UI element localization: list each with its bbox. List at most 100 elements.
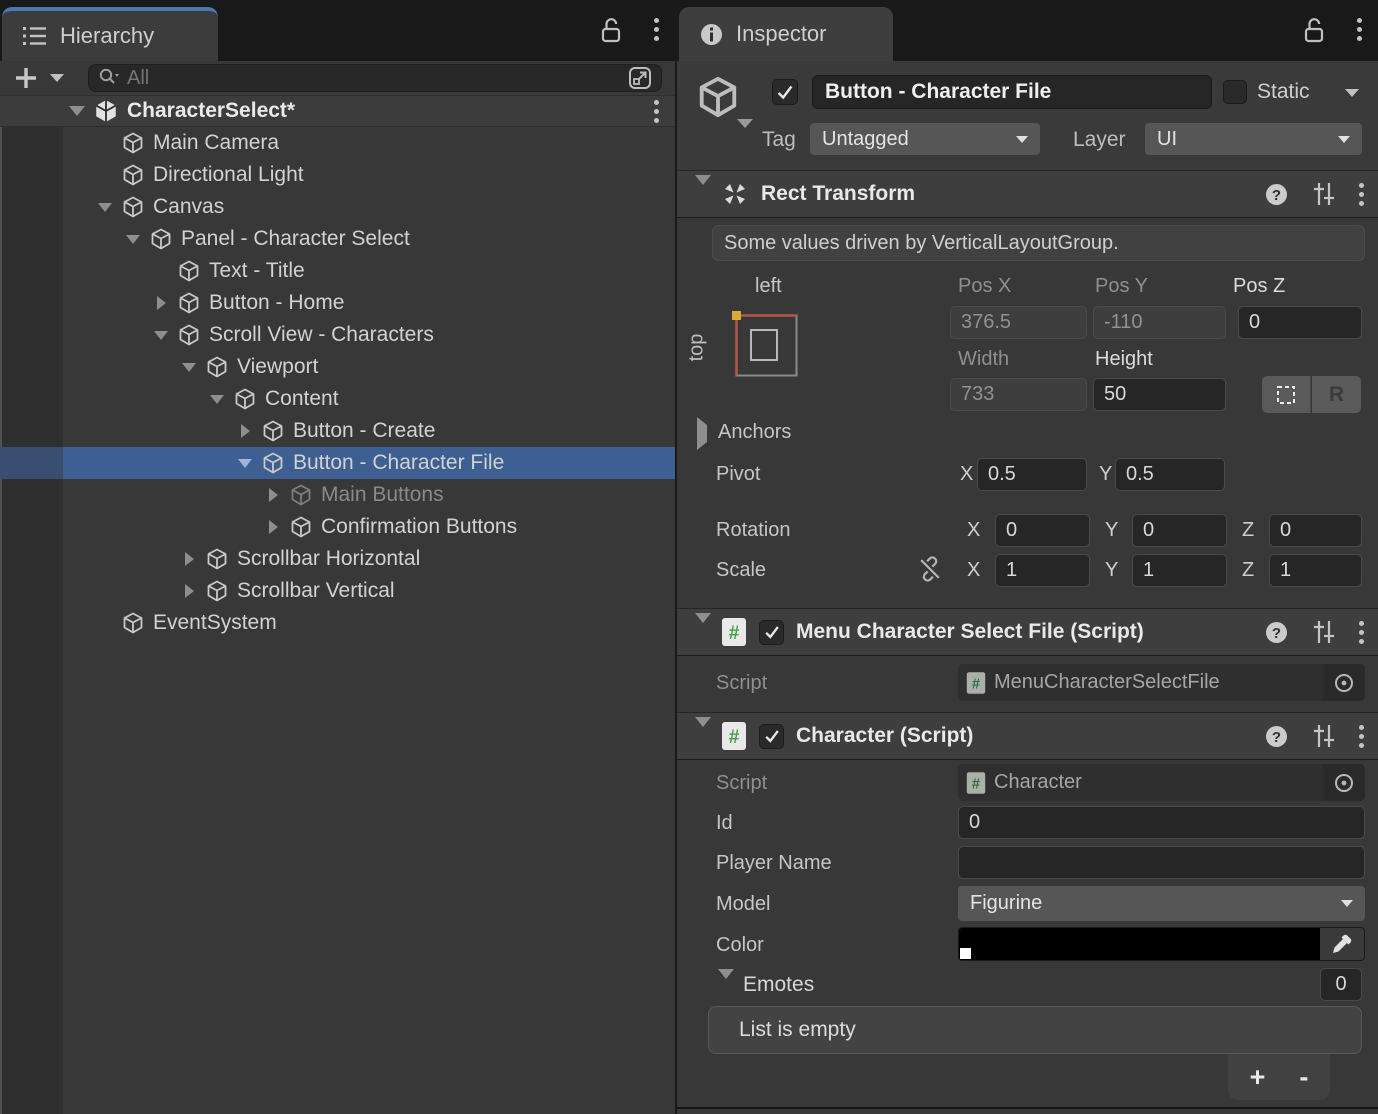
pos-y-field[interactable]: -110 [1093, 306, 1226, 339]
hierarchy-menu-icon[interactable] [654, 18, 659, 41]
open-search-window-icon[interactable] [627, 65, 653, 91]
tree-row[interactable]: Button - Create [0, 415, 675, 447]
scale-y-field[interactable]: 1 [1132, 554, 1227, 587]
character-script-header[interactable]: # Character (Script) ? [677, 712, 1378, 760]
rect-transform-header[interactable]: Rect Transform ? [677, 170, 1378, 218]
raw-edit-button[interactable]: R [1312, 376, 1361, 413]
tree-row[interactable]: Main Buttons [0, 479, 675, 511]
expander-expanded[interactable] [151, 331, 171, 340]
character-script-expander[interactable] [695, 727, 711, 745]
inspector-menu-icon[interactable] [1357, 18, 1362, 41]
tree-row[interactable]: Panel - Character Select [0, 223, 675, 255]
anchor-preset-widget[interactable] [731, 310, 801, 380]
tree-row[interactable]: Canvas [0, 191, 675, 223]
object-picker-icon[interactable] [1323, 664, 1365, 701]
gameobject-name-field[interactable]: Button - Character File [812, 75, 1212, 109]
presets-icon[interactable] [1311, 619, 1337, 645]
list-remove-button[interactable]: - [1299, 1062, 1308, 1093]
blueprint-mode-button[interactable] [1262, 376, 1311, 413]
help-icon[interactable]: ? [1264, 620, 1289, 645]
pivot-y-field[interactable]: 0.5 [1115, 458, 1225, 491]
tree-row[interactable]: Viewport [0, 351, 675, 383]
pos-z-field[interactable]: 0 [1238, 306, 1362, 339]
expander-collapsed[interactable] [179, 552, 199, 566]
static-checkbox[interactable] [1223, 80, 1247, 104]
eyedropper-button[interactable] [1320, 928, 1364, 960]
search-input[interactable]: All [88, 64, 662, 92]
object-picker-icon[interactable] [1323, 764, 1365, 801]
expander-collapsed[interactable] [235, 424, 255, 438]
rotation-y-field[interactable]: 0 [1132, 514, 1227, 547]
gameobject-cube-icon [177, 291, 201, 315]
active-checkbox[interactable] [772, 79, 798, 105]
width-field[interactable]: 733 [950, 378, 1087, 411]
help-icon[interactable]: ? [1264, 182, 1289, 207]
pivot-x-field[interactable]: 0.5 [977, 458, 1087, 491]
character-script-menu-icon[interactable] [1359, 725, 1364, 748]
scene-menu-icon[interactable] [654, 100, 659, 123]
scale-x-value: 1 [1006, 559, 1017, 582]
rect-transform-expander[interactable] [695, 185, 711, 203]
presets-icon[interactable] [1311, 723, 1337, 749]
rotation-z-field[interactable]: 0 [1269, 514, 1362, 547]
tree-row[interactable]: Directional Light [0, 159, 675, 191]
expander-expanded[interactable] [123, 235, 143, 244]
expander-expanded[interactable] [207, 395, 227, 404]
expander-expanded[interactable] [95, 203, 115, 212]
presets-icon[interactable] [1311, 181, 1337, 207]
tree-row[interactable]: Scroll View - Characters [0, 319, 675, 351]
emotes-count-field[interactable]: 0 [1320, 968, 1362, 1001]
expander-collapsed[interactable] [263, 488, 283, 502]
tree-row[interactable]: Content [0, 383, 675, 415]
layer-dropdown[interactable]: UI [1145, 123, 1362, 155]
lock-icon[interactable] [599, 17, 623, 49]
menu-script-menu-icon[interactable] [1359, 621, 1364, 644]
gameobject-icon-caret[interactable] [737, 119, 753, 128]
character-script-object-field[interactable]: # Character [958, 764, 1365, 801]
tree-row[interactable]: Button - Home [0, 287, 675, 319]
tree-row[interactable]: Scrollbar Horizontal [0, 543, 675, 575]
id-field[interactable]: 0 [958, 806, 1365, 839]
menu-script-enabled-checkbox[interactable] [759, 620, 784, 645]
expander-expanded[interactable] [235, 459, 255, 468]
model-dropdown[interactable]: Figurine [958, 886, 1365, 921]
tab-hierarchy[interactable]: Hierarchy [2, 7, 218, 61]
list-add-button[interactable]: + [1250, 1062, 1266, 1093]
player-name-field[interactable] [958, 846, 1365, 879]
menu-script-expander[interactable] [695, 623, 711, 641]
emotes-expander[interactable] [718, 979, 734, 997]
expander-collapsed[interactable] [151, 296, 171, 310]
height-field[interactable]: 50 [1093, 378, 1226, 411]
tree-row[interactable]: Confirmation Buttons [0, 511, 675, 543]
inspector-lock-icon[interactable] [1302, 17, 1326, 49]
pos-x-field[interactable]: 376.5 [950, 306, 1087, 339]
color-swatch[interactable] [959, 928, 1320, 960]
tree-row[interactable]: Scrollbar Vertical [0, 575, 675, 607]
scene-expander[interactable] [67, 106, 87, 116]
tag-dropdown[interactable]: Untagged [810, 123, 1040, 155]
tree-row[interactable]: EventSystem [0, 607, 675, 639]
menu-script-header[interactable]: # Menu Character Select File (Script) ? [677, 608, 1378, 656]
character-script-enabled-checkbox[interactable] [759, 724, 784, 749]
rotation-x-field[interactable]: 0 [995, 514, 1090, 547]
expander-expanded[interactable] [179, 363, 199, 372]
expander-collapsed[interactable] [263, 520, 283, 534]
tree-row[interactable]: Text - Title [0, 255, 675, 287]
help-icon[interactable]: ? [1264, 724, 1289, 749]
tab-inspector[interactable]: Inspector [679, 7, 893, 61]
static-dropdown-caret[interactable] [1345, 89, 1359, 97]
tree-row[interactable]: Button - Character File [0, 447, 675, 479]
rect-transform-menu-icon[interactable] [1359, 183, 1364, 206]
color-field[interactable] [958, 927, 1365, 961]
scene-header-row[interactable]: CharacterSelect* [0, 95, 675, 127]
anchors-expander[interactable] [697, 425, 707, 443]
gameobject-cube-icon[interactable] [695, 74, 741, 120]
create-dropdown-caret[interactable] [50, 74, 64, 82]
scale-z-field[interactable]: 1 [1269, 554, 1362, 587]
constrain-proportions-icon[interactable] [917, 556, 943, 582]
create-add-icon[interactable] [12, 64, 40, 92]
tree-row[interactable]: Main Camera [0, 127, 675, 159]
expander-collapsed[interactable] [179, 584, 199, 598]
scale-x-field[interactable]: 1 [995, 554, 1090, 587]
menu-script-object-field[interactable]: # MenuCharacterSelectFile [958, 664, 1365, 701]
